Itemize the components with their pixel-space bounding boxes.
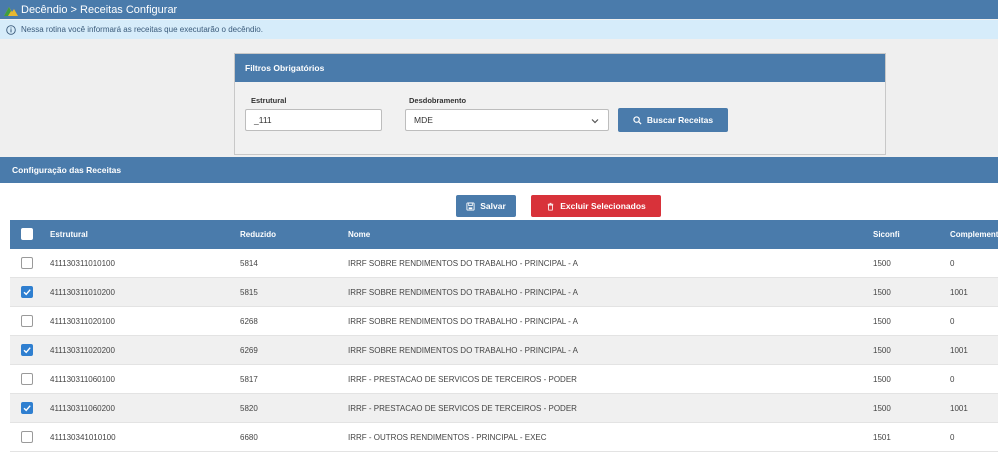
check-icon bbox=[23, 405, 31, 412]
row-checkbox[interactable] bbox=[21, 315, 33, 327]
row-checkbox[interactable] bbox=[21, 373, 33, 385]
table-row[interactable]: 411130311020200 6269 IRRF SOBRE RENDIMENTO… bbox=[10, 336, 998, 365]
search-receitas-label: Buscar Receitas bbox=[646, 115, 714, 125]
cell-reduzido: 5815 bbox=[240, 287, 258, 297]
cell-estrutural: 411130311010200 bbox=[50, 287, 115, 297]
col-estrutural[interactable]: Estrutural bbox=[50, 220, 88, 249]
save-button[interactable]: Salvar bbox=[456, 195, 516, 217]
row-checkbox[interactable] bbox=[21, 402, 33, 414]
desdobramento-select[interactable]: MDE bbox=[405, 109, 609, 131]
config-title: Configuração das Receitas bbox=[0, 157, 998, 183]
cell-nome: IRRF SOBRE RENDIMENTOS DO TRABALHO - PRI… bbox=[348, 316, 578, 326]
delete-selected-label: Excluir Selecionados bbox=[560, 201, 646, 211]
delete-selected-button[interactable]: Excluir Selecionados bbox=[531, 195, 661, 217]
cell-complemento: 0 bbox=[950, 432, 955, 442]
estrutural-label: Estrutural bbox=[251, 96, 287, 105]
cell-estrutural: 411130311060100 bbox=[50, 374, 115, 384]
cell-nome: IRRF - OUTROS RENDIMENTOS - PRINCIPAL - … bbox=[348, 432, 547, 442]
cell-complemento: 1001 bbox=[950, 287, 968, 297]
estrutural-input[interactable]: _111 bbox=[245, 109, 382, 131]
cell-reduzido: 6268 bbox=[240, 316, 258, 326]
cell-complemento: 0 bbox=[950, 258, 955, 268]
row-checkbox[interactable] bbox=[21, 257, 33, 269]
table-row[interactable]: 411130311020100 6268 IRRF SOBRE RENDIMENTO… bbox=[10, 307, 998, 336]
cell-nome: IRRF - PRESTACAO DE SERVICOS DE TERCEIRO… bbox=[348, 374, 577, 384]
row-checkbox[interactable] bbox=[21, 286, 33, 298]
app-logo-icon bbox=[4, 6, 18, 16]
table-row[interactable]: 411130311060200 5820 IRRF - PRESTACAO DE S… bbox=[10, 394, 998, 423]
table-body: 411130311010100 5814 IRRF SOBRE RENDIMENTO… bbox=[10, 249, 998, 452]
cell-estrutural: 411130311010100 bbox=[50, 258, 115, 268]
cell-estrutural: 411130341010100 bbox=[50, 432, 116, 442]
cell-reduzido: 5814 bbox=[240, 258, 258, 268]
cell-reduzido: 6680 bbox=[240, 432, 258, 442]
cell-complemento: 1001 bbox=[950, 345, 968, 355]
filters-panel: Filtros Obrigatórios Estrutural _111 Des… bbox=[234, 53, 886, 155]
cell-nome: IRRF SOBRE RENDIMENTOS DO TRABALHO - PRI… bbox=[348, 287, 578, 297]
col-reduzido[interactable]: Reduzido bbox=[240, 220, 276, 249]
info-icon bbox=[6, 24, 16, 35]
table-row[interactable]: 411130311010200 5815 IRRF SOBRE RENDIMENTO… bbox=[10, 278, 998, 307]
cell-complemento: 1001 bbox=[950, 403, 968, 413]
table-row[interactable]: 411130341010100 6680 IRRF - OUTROS RENDIME… bbox=[10, 423, 998, 452]
filters-title: Filtros Obrigatórios bbox=[235, 54, 885, 82]
table-row[interactable]: 411130311060100 5817 IRRF - PRESTACAO DE S… bbox=[10, 365, 998, 394]
save-icon bbox=[466, 201, 475, 211]
title-bar: Decêndio > Receitas Configurar bbox=[0, 0, 998, 19]
search-icon bbox=[633, 115, 642, 125]
table-row[interactable]: 411130311010100 5814 IRRF SOBRE RENDIMENTO… bbox=[10, 249, 998, 278]
chevron-down-icon bbox=[591, 119, 599, 124]
cell-nome: IRRF - PRESTACAO DE SERVICOS DE TERCEIRO… bbox=[348, 403, 577, 413]
cell-siconfi: 1500 bbox=[873, 345, 891, 355]
trash-icon bbox=[548, 202, 554, 211]
search-receitas-button[interactable]: Buscar Receitas bbox=[618, 108, 728, 132]
info-banner: Nessa rotina você informará as receitas … bbox=[0, 20, 998, 39]
cell-siconfi: 1500 bbox=[873, 316, 891, 326]
desdobramento-label: Desdobramento bbox=[409, 96, 467, 105]
col-complemento[interactable]: Complemento bbox=[950, 220, 998, 249]
cell-siconfi: 1501 bbox=[873, 432, 891, 442]
page-title: Decêndio > Receitas Configurar bbox=[21, 3, 178, 16]
desdobramento-value: MDE bbox=[414, 115, 433, 125]
cell-estrutural: 411130311020100 bbox=[50, 316, 115, 326]
cell-complemento: 0 bbox=[950, 316, 955, 326]
cell-siconfi: 1500 bbox=[873, 287, 891, 297]
check-icon bbox=[23, 347, 31, 354]
col-nome[interactable]: Nome bbox=[348, 220, 370, 249]
cell-estrutural: 411130311060200 bbox=[50, 403, 115, 413]
cell-siconfi: 1500 bbox=[873, 258, 891, 268]
row-checkbox[interactable] bbox=[21, 431, 33, 443]
select-all-checkbox[interactable] bbox=[21, 228, 33, 240]
table-header: Estrutural Reduzido Nome Siconfi Complem… bbox=[10, 220, 998, 249]
info-text: Nessa rotina você informará as receitas … bbox=[21, 25, 263, 34]
cell-siconfi: 1500 bbox=[873, 374, 891, 384]
col-siconfi[interactable]: Siconfi bbox=[873, 220, 900, 249]
cell-nome: IRRF SOBRE RENDIMENTOS DO TRABALHO - PRI… bbox=[348, 345, 578, 355]
cell-estrutural: 411130311020200 bbox=[50, 345, 115, 355]
cell-reduzido: 5820 bbox=[240, 403, 258, 413]
cell-reduzido: 5817 bbox=[240, 374, 258, 384]
cell-reduzido: 6269 bbox=[240, 345, 258, 355]
cell-complemento: 0 bbox=[950, 374, 955, 384]
cell-siconfi: 1500 bbox=[873, 403, 891, 413]
receitas-table: Estrutural Reduzido Nome Siconfi Complem… bbox=[10, 220, 998, 452]
row-checkbox[interactable] bbox=[21, 344, 33, 356]
cell-nome: IRRF SOBRE RENDIMENTOS DO TRABALHO - PRI… bbox=[348, 258, 578, 268]
save-label: Salvar bbox=[480, 201, 506, 211]
check-icon bbox=[23, 289, 31, 296]
